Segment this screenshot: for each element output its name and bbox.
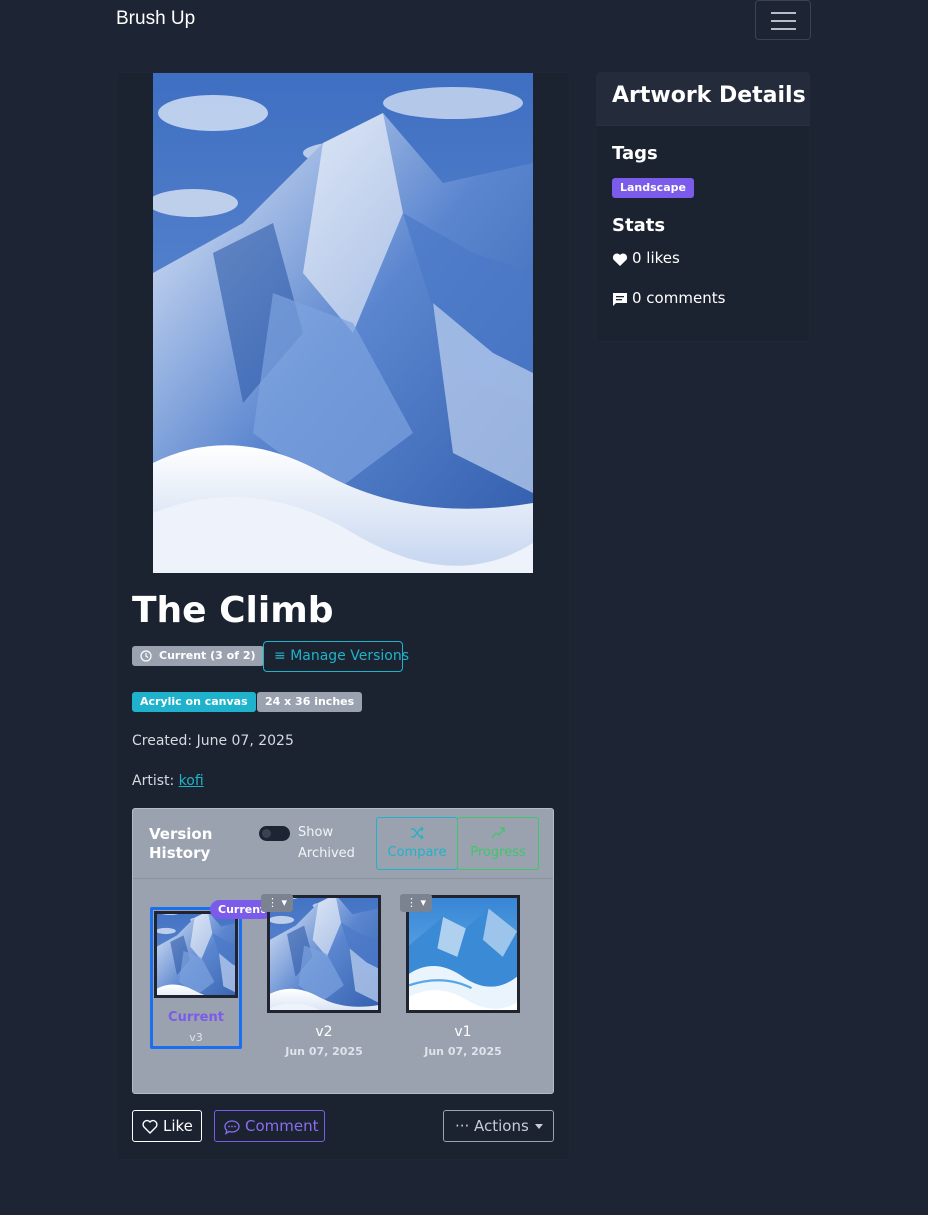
show-archived-toggle[interactable]	[259, 826, 290, 841]
brand-logo[interactable]: Brush Up	[116, 8, 195, 30]
artist-label: Artist:	[132, 773, 175, 789]
likes-stat: 0 likes	[612, 249, 680, 267]
comment-button[interactable]: Comment	[214, 1110, 325, 1142]
stats-heading: Stats	[612, 215, 666, 236]
tag-badge[interactable]: Landscape	[612, 178, 694, 198]
version-name: Current	[168, 1010, 224, 1025]
navbar: Brush Up	[0, 0, 928, 42]
version-name: v2	[315, 1024, 333, 1040]
version-menu-button[interactable]: ⋮ ▾	[261, 894, 293, 912]
caret-down-icon	[535, 1124, 543, 1129]
version-menu-button[interactable]: ⋮ ▾	[400, 894, 432, 912]
heart-icon	[142, 1119, 158, 1134]
version-item-v2[interactable]: v2 Jun 07, 2025	[267, 895, 381, 1065]
clock-icon	[140, 650, 152, 662]
version-thumbnail	[406, 895, 520, 1013]
version-history-title: Version History	[149, 825, 213, 862]
compare-button[interactable]: Compare	[376, 817, 458, 870]
version-item-current[interactable]: Current v3	[150, 907, 242, 1049]
medium-badge: Acrylic on canvas	[132, 692, 256, 712]
artwork-details-title: Artwork Details	[612, 83, 806, 108]
show-archived-label: Show Archived	[298, 825, 355, 861]
created-date: Created: June 07, 2025	[132, 733, 294, 749]
actions-dropdown-button[interactable]: ··· Actions	[443, 1110, 554, 1142]
version-number: v3	[189, 1031, 203, 1044]
version-name: v1	[454, 1024, 472, 1040]
version-status-badge: Current (3 of 2)	[132, 646, 264, 666]
version-item-v1[interactable]: v1 Jun 07, 2025	[406, 895, 520, 1065]
version-history-header: Version History Show Archived Compare Pr…	[133, 809, 553, 879]
version-history-panel: Version History Show Archived Compare Pr…	[132, 808, 554, 1094]
ellipsis-icon: ···	[455, 1117, 470, 1135]
list-icon: ≡	[274, 648, 286, 664]
comment-icon	[613, 293, 627, 306]
artist-link[interactable]: kofi	[179, 773, 204, 789]
like-button[interactable]: Like	[132, 1110, 202, 1142]
menu-toggle-button[interactable]	[755, 0, 811, 40]
artwork-image[interactable]	[153, 73, 533, 573]
comments-stat: 0 comments	[612, 289, 725, 307]
tags-heading: Tags	[612, 143, 658, 164]
artist-line: Artist: kofi	[132, 773, 204, 789]
version-date: Jun 07, 2025	[285, 1045, 363, 1058]
trend-up-icon	[491, 827, 505, 839]
size-badge: 24 x 36 inches	[257, 692, 363, 712]
hamburger-icon	[771, 12, 796, 14]
version-thumbnail	[154, 911, 238, 998]
chat-bubble-icon	[224, 1120, 240, 1135]
heart-icon	[612, 253, 628, 266]
shuffle-icon	[411, 826, 424, 840]
manage-versions-button[interactable]: ≡ Manage Versions	[263, 641, 409, 672]
version-thumbnail	[267, 895, 381, 1013]
progress-button[interactable]: Progress	[457, 817, 539, 870]
version-date: Jun 07, 2025	[424, 1045, 502, 1058]
artwork-title: The Climb	[132, 590, 334, 631]
